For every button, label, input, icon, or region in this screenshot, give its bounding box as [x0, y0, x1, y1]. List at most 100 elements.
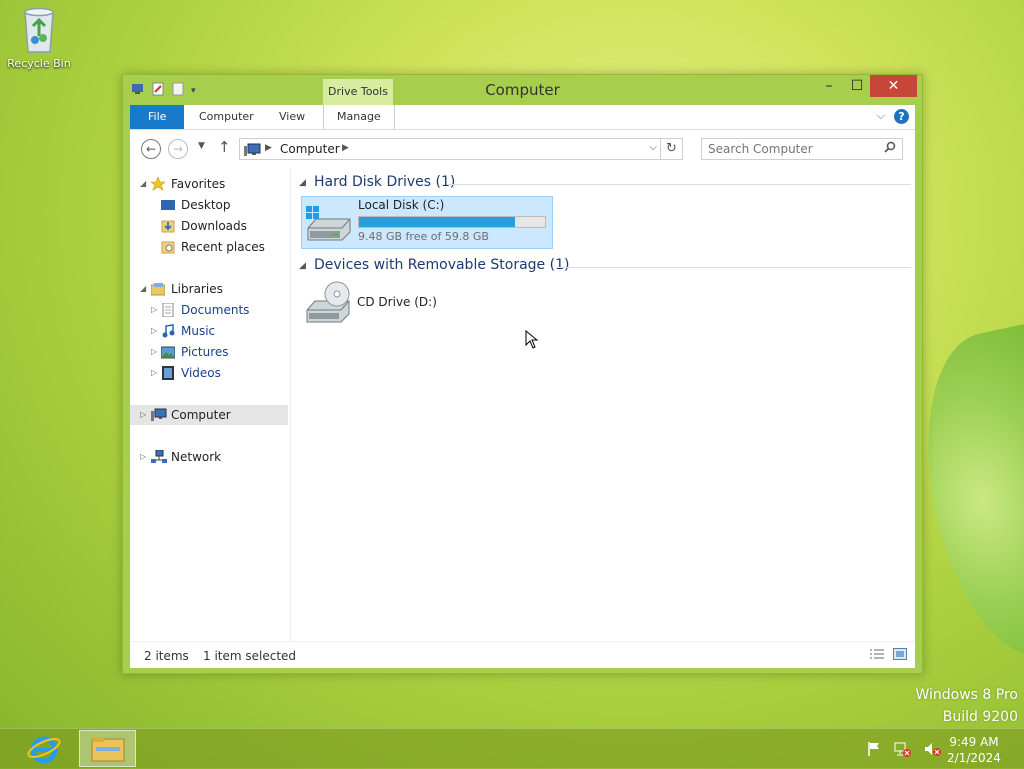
refresh-button[interactable]: ↻: [661, 138, 683, 160]
group-title: Hard Disk Drives (1): [314, 174, 456, 190]
nav-libraries[interactable]: ◢ Libraries: [130, 279, 288, 299]
close-button[interactable]: ✕: [870, 75, 917, 97]
windows-watermark: Windows 8 Pro Build 9200: [915, 684, 1018, 728]
group-divider: [559, 267, 911, 268]
videos-icon: [161, 366, 175, 380]
expand-arrow-icon[interactable]: ▷: [140, 447, 146, 467]
recycle-bin-label: Recycle Bin: [7, 57, 71, 70]
main-pane: ◢ Hard Disk Drives (1) Local Disk (C:) 9…: [291, 168, 915, 641]
music-icon: [161, 324, 175, 338]
nav-label: Favorites: [171, 177, 226, 191]
help-icon[interactable]: ?: [894, 109, 909, 124]
explorer-content: ← → ▼ ↑ ▶ Computer ▶ ⌵ ↻ Search Computer…: [130, 130, 915, 668]
nav-item-desktop[interactable]: Desktop: [130, 195, 288, 215]
desktop-icon: [161, 198, 175, 212]
tab-manage[interactable]: Manage: [323, 105, 395, 129]
breadcrumb-arrow-icon[interactable]: ▶: [265, 143, 272, 153]
ribbon: File Computer View Manage ⌵ ?: [130, 105, 915, 130]
computer-icon: [151, 408, 167, 422]
breadcrumb-arrow-icon[interactable]: ▶: [342, 143, 349, 153]
drive-usage-bar: [358, 216, 546, 228]
title-bar[interactable]: ▾ Drive Tools Computer – ☐ ✕: [123, 75, 922, 105]
expand-arrow-icon[interactable]: ▷: [151, 300, 157, 320]
nav-item-downloads[interactable]: Downloads: [130, 216, 288, 236]
drive-usage-fill: [359, 217, 516, 227]
tab-file[interactable]: File: [130, 105, 185, 129]
nav-network[interactable]: ▷ Network: [130, 447, 288, 467]
tab-computer[interactable]: Computer: [186, 105, 267, 129]
forward-button: →: [168, 139, 188, 159]
nav-item-recent-places[interactable]: Recent places: [130, 237, 288, 257]
clock-date: 2/1/2024: [947, 751, 1001, 765]
collapse-group-icon[interactable]: ◢: [299, 261, 306, 271]
taskbar-internet-explorer[interactable]: [26, 733, 66, 765]
pictures-icon: [160, 345, 176, 359]
expand-arrow-icon[interactable]: ▷: [140, 405, 146, 425]
watermark-build: Build 9200: [942, 709, 1018, 725]
flag-icon[interactable]: [866, 741, 882, 760]
drive-free-space: 9.48 GB free of 59.8 GB: [358, 230, 489, 243]
watermark-edition: Windows 8 Pro: [915, 687, 1018, 703]
nav-item-videos[interactable]: ▷ Videos: [130, 363, 288, 383]
explorer-icon: [91, 737, 125, 762]
recent-places-icon: [161, 240, 175, 254]
clock-time: 9:49 AM: [949, 735, 999, 749]
taskbar-file-explorer[interactable]: [79, 730, 136, 767]
network-icon[interactable]: [894, 741, 912, 760]
desktop-icon-recycle-bin[interactable]: Recycle Bin: [6, 6, 72, 70]
libraries-icon: [150, 282, 166, 296]
ribbon-collapse-icon[interactable]: ⌵: [877, 109, 885, 123]
nav-item-documents[interactable]: ▷ Documents: [130, 300, 288, 320]
up-button[interactable]: ↑: [218, 138, 231, 156]
expand-arrow-icon[interactable]: ◢: [140, 174, 146, 194]
address-dropdown-icon[interactable]: ⌵: [649, 142, 657, 153]
network-icon: [151, 449, 167, 464]
group-removable-storage[interactable]: ◢ Devices with Removable Storage (1): [297, 257, 911, 277]
recycle-bin-icon: [24, 7, 54, 53]
nav-item-pictures[interactable]: ▷ Pictures: [130, 342, 288, 362]
search-box[interactable]: [701, 138, 903, 160]
tab-view[interactable]: View: [266, 105, 318, 129]
downloads-icon: [161, 219, 175, 233]
volume-muted-icon[interactable]: [924, 741, 942, 760]
ie-icon: [27, 736, 61, 764]
drive-name: Local Disk (C:): [358, 198, 445, 212]
window-title: Computer: [485, 81, 560, 99]
expand-arrow-icon[interactable]: ▷: [151, 321, 157, 341]
status-item-count: 2 items: [144, 649, 189, 663]
system-tray: [866, 741, 942, 760]
group-hard-disk-drives[interactable]: ◢ Hard Disk Drives (1): [297, 174, 911, 194]
expand-arrow-icon[interactable]: ◢: [140, 279, 146, 299]
expand-arrow-icon[interactable]: ▷: [151, 342, 157, 362]
drive-name: CD Drive (D:): [357, 295, 437, 309]
hard-drive-icon: [304, 202, 352, 245]
recent-locations-icon[interactable]: ▼: [198, 141, 205, 151]
drive-cd-d[interactable]: CD Drive (D:): [301, 278, 481, 328]
nav-favorites[interactable]: ◢ Favorites: [130, 174, 288, 194]
breadcrumb-computer[interactable]: Computer: [280, 142, 340, 156]
drive-local-disk-c[interactable]: Local Disk (C:) 9.48 GB free of 59.8 GB: [301, 196, 553, 249]
back-button[interactable]: ←: [141, 139, 161, 159]
collapse-group-icon[interactable]: ◢: [299, 178, 306, 188]
expand-arrow-icon[interactable]: ▷: [151, 363, 157, 383]
computer-icon: [244, 143, 262, 160]
status-selection: 1 item selected: [203, 649, 297, 663]
group-divider: [449, 184, 911, 185]
nav-computer[interactable]: ▷ Computer: [130, 405, 288, 425]
address-row: ← → ▼ ↑ ▶ Computer ▶ ⌵ ↻: [130, 130, 915, 168]
group-title: Devices with Removable Storage (1): [314, 257, 570, 273]
details-view-icon[interactable]: [869, 648, 885, 663]
taskbar: 9:49 AM 2/1/2024: [0, 728, 1024, 769]
clock[interactable]: 9:49 AM 2/1/2024: [944, 734, 1004, 766]
cd-drive-icon: [303, 280, 353, 327]
large-icons-view-icon[interactable]: [893, 648, 907, 663]
address-bar[interactable]: ▶ Computer ▶ ⌵: [239, 138, 661, 160]
search-input[interactable]: [708, 141, 868, 157]
navigation-pane: ◢ Favorites Desktop Downloads Recent pla…: [130, 168, 291, 641]
star-icon: [150, 176, 166, 191]
mouse-cursor-icon: [525, 329, 539, 353]
documents-icon: [161, 302, 175, 318]
search-icon[interactable]: [884, 141, 896, 156]
nav-item-music[interactable]: ▷ Music: [130, 321, 288, 341]
explorer-window: ▾ Drive Tools Computer – ☐ ✕ File Comput…: [122, 74, 923, 674]
